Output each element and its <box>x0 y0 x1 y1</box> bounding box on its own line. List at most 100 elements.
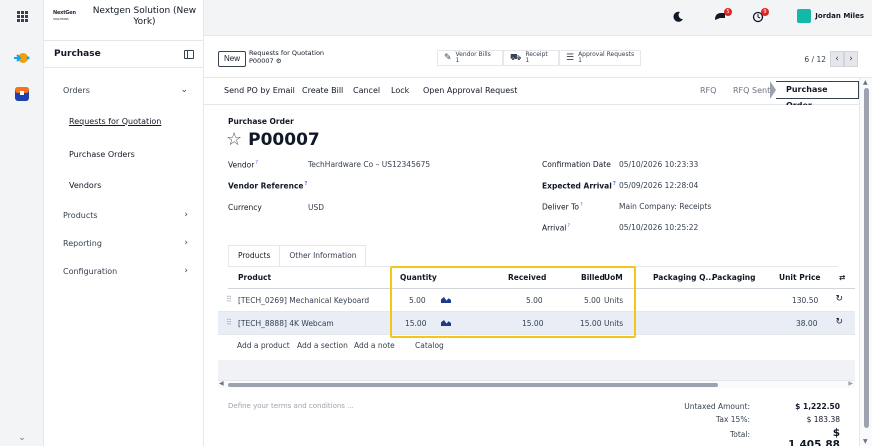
sidebar-item-rfq[interactable]: Requests for Quotation <box>44 112 204 130</box>
send-po-email-button[interactable]: Send PO by Email <box>224 86 295 95</box>
chevrons-down-icon[interactable]: ⌄ <box>14 430 30 446</box>
pager-next-button[interactable]: › <box>844 51 858 67</box>
col-uom[interactable]: UoM <box>604 273 623 282</box>
company-name: Nextgen Solution (New York) <box>92 6 197 27</box>
cell-received[interactable]: 5.00 <box>526 296 543 305</box>
sidebar-item-products[interactable]: Products › <box>44 206 204 224</box>
sidebar-item-configuration[interactable]: Configuration › <box>44 262 204 280</box>
pager-prev-button[interactable]: ‹ <box>830 51 844 67</box>
star-icon[interactable]: ☆ <box>226 129 242 150</box>
receipt-button[interactable]: ⛟ Receipt 1 <box>503 50 559 66</box>
forecast-chart-icon[interactable] <box>441 295 451 303</box>
col-unit-price[interactable]: Unit Price <box>779 273 821 282</box>
sidebar-item-purchase-orders[interactable]: Purchase Orders <box>44 145 204 163</box>
optional-columns-icon[interactable]: ⇄ <box>839 273 845 282</box>
col-received[interactable]: Received <box>508 273 546 282</box>
cell-unit-price[interactable]: 38.00 <box>796 319 817 328</box>
stage-rfq[interactable]: RFQ <box>700 86 716 95</box>
open-approval-request-button[interactable]: Open Approval Request <box>423 86 517 95</box>
cell-quantity[interactable]: 5.00 <box>409 296 426 305</box>
moon-icon[interactable] <box>673 11 684 25</box>
new-button[interactable]: New <box>218 51 247 67</box>
cell-product[interactable]: [TECH_8888] 4K Webcam <box>238 319 334 328</box>
scroll-up-icon[interactable]: ▲ <box>863 79 868 86</box>
col-quantity[interactable]: Quantity <box>400 273 437 282</box>
untaxed-amount: $ 1,222.50 <box>795 402 840 411</box>
cell-product[interactable]: [TECH_0269] Mechanical Keyboard <box>238 296 369 305</box>
add-section-link[interactable]: Add a section <box>297 341 348 350</box>
inventory-app-icon[interactable] <box>14 86 30 102</box>
approval-requests-button[interactable]: ☰ Approval Requests 1 <box>559 50 641 66</box>
cell-uom[interactable]: Units <box>604 319 623 328</box>
currency-field[interactable]: USD <box>308 203 324 212</box>
deliver-to-label: Deliver To? <box>542 202 583 212</box>
expected-arrival-field[interactable]: 05/09/2026 12:28:04 <box>619 181 698 190</box>
add-note-link[interactable]: Add a note <box>354 341 395 350</box>
smart-count: 1 <box>525 57 530 64</box>
col-product[interactable]: Product <box>238 273 271 282</box>
lock-button[interactable]: Lock <box>391 86 409 95</box>
grid-icon[interactable] <box>14 8 30 24</box>
vertical-scrollbar[interactable]: ▲ ▼ <box>859 78 872 446</box>
delete-row-icon[interactable]: ↻ <box>835 317 843 327</box>
sidebar-item-orders[interactable]: Orders ⌄ <box>44 81 204 99</box>
col-packaging[interactable]: Packaging <box>712 273 756 282</box>
vendor-bills-button[interactable]: ✎ Vendor Bills 1 <box>437 50 503 66</box>
drag-handle-icon[interactable]: ⠿ <box>226 295 232 304</box>
table-row[interactable]: ⠿ [TECH_8888] 4K Webcam 15.00 15.00 15.0… <box>218 312 855 335</box>
sidebar-item-reporting[interactable]: Reporting › <box>44 234 204 252</box>
add-product-link[interactable]: Add a product <box>237 341 290 350</box>
scroll-thumb[interactable] <box>228 383 718 387</box>
scroll-down-icon[interactable]: ▼ <box>863 438 868 445</box>
sidebar-item-label: Orders <box>63 85 90 95</box>
terms-input[interactable]: Define your terms and conditions ... <box>228 402 354 410</box>
deliver-to-field[interactable]: Main Company: Receipts <box>619 202 711 211</box>
cell-billed[interactable]: 15.00 <box>580 319 601 328</box>
cell-received[interactable]: 15.00 <box>522 319 543 328</box>
total-amount: $ 1,405.88 <box>788 427 840 446</box>
drag-handle-icon[interactable]: ⠿ <box>226 318 232 327</box>
create-bill-button[interactable]: Create Bill <box>302 86 343 95</box>
top-navbar: 5 9 Jordan Miles <box>204 0 872 36</box>
table-row[interactable]: ⠿ [TECH_0269] Mechanical Keyboard 5.00 5… <box>218 289 855 312</box>
status-bar: Send PO by Email Create Bill Cancel Lock… <box>204 78 859 110</box>
table-header: Product Quantity Received Billed UoM Pac… <box>228 267 855 289</box>
toggle-sidebar-icon[interactable] <box>184 49 194 59</box>
order-type-label: Purchase Order <box>228 117 294 126</box>
clock-icon[interactable]: 9 <box>752 8 769 26</box>
cell-unit-price[interactable]: 130.50 <box>792 296 818 305</box>
horizontal-scrollbar[interactable]: ◀ ▶ <box>218 380 855 388</box>
scroll-left-icon[interactable]: ◀ <box>219 380 224 387</box>
cancel-button[interactable]: Cancel <box>353 86 380 95</box>
vendor-field[interactable]: TechHardware Co – US12345675 <box>308 160 430 169</box>
col-packaging-qty[interactable]: Packaging Q... <box>653 273 714 282</box>
company-brand[interactable]: NextGen SOLUTIONS Nextgen Solution (New Y… <box>53 6 203 36</box>
activity-icon[interactable]: 5 <box>714 8 732 24</box>
pager-value[interactable]: 6 / 12 <box>804 55 826 64</box>
arrival-field[interactable]: 05/10/2026 10:25:22 <box>619 223 698 232</box>
stage-purchase-order[interactable]: Purchase Order <box>770 81 859 110</box>
confirmation-date-field[interactable]: 05/10/2026 10:23:33 <box>619 160 698 169</box>
tab-other-information[interactable]: Other Information <box>280 245 367 267</box>
cell-billed[interactable]: 5.00 <box>584 296 601 305</box>
sidebar-item-label: Configuration <box>63 266 118 276</box>
stage-rfq-sent[interactable]: RFQ Sent <box>733 86 770 95</box>
tab-products[interactable]: Products <box>228 245 281 267</box>
scroll-thumb[interactable] <box>864 88 869 428</box>
smart-count: 1 <box>455 57 460 64</box>
delete-row-icon[interactable]: ↻ <box>835 294 843 304</box>
app-rail: ⌄ <box>0 0 44 446</box>
untaxed-label: Untaxed Amount: <box>684 402 750 411</box>
sidebar-item-vendors[interactable]: Vendors <box>44 176 204 194</box>
forecast-chart-icon[interactable] <box>441 318 451 326</box>
cell-uom[interactable]: Units <box>604 296 623 305</box>
purchase-app-icon[interactable] <box>14 50 30 66</box>
gear-icon[interactable]: ⚙ <box>276 57 282 65</box>
col-billed[interactable]: Billed <box>581 273 605 282</box>
user-menu[interactable]: Jordan Miles <box>797 9 864 23</box>
scroll-right-icon[interactable]: ▶ <box>848 380 853 387</box>
cell-quantity[interactable]: 15.00 <box>405 319 426 328</box>
catalog-link[interactable]: Catalog <box>415 341 444 350</box>
order-number: P00007 <box>248 129 320 150</box>
breadcrumb-parent[interactable]: Requests for Quotation <box>249 49 324 57</box>
